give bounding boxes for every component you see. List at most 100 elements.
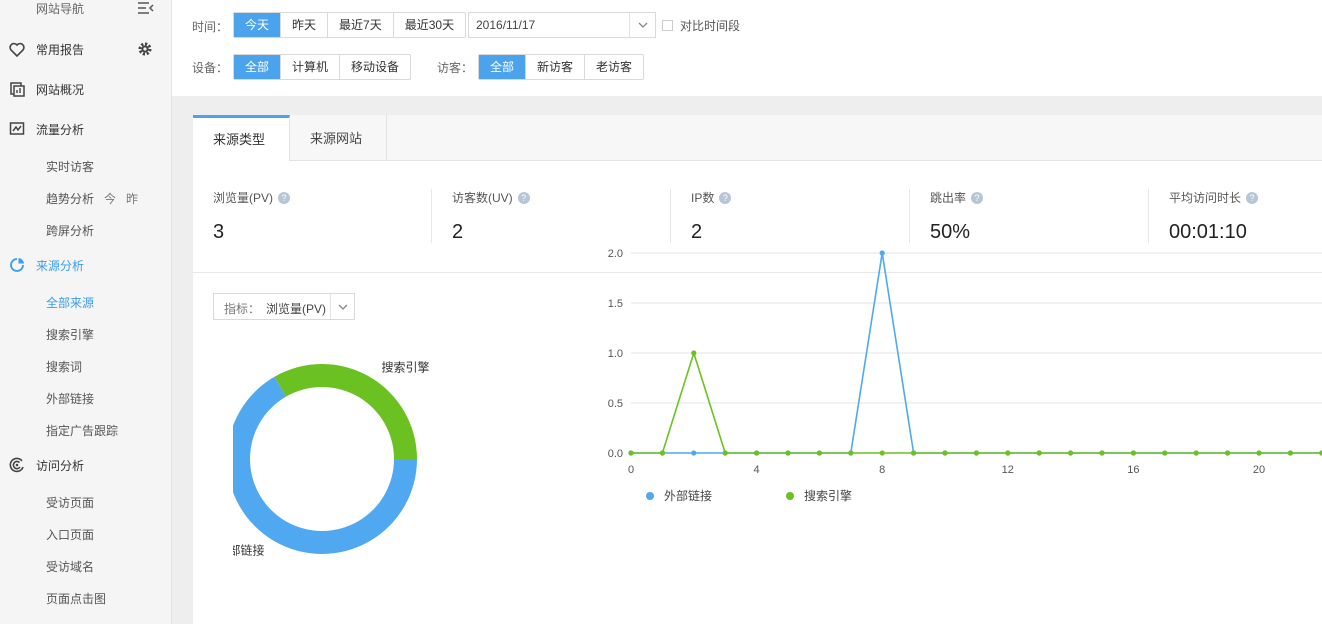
sidebar-item-label: 趋势分析: [46, 192, 95, 206]
sidebar-item-cross-screen[interactable]: 跨屏分析: [46, 222, 94, 239]
chevron-down-icon[interactable]: [629, 13, 655, 37]
visitor-all-button[interactable]: 全部: [479, 55, 526, 79]
metric-value: 2: [452, 221, 464, 243]
device-all-button[interactable]: 全部: [234, 55, 281, 79]
data-point: [942, 450, 948, 456]
legend-label: 搜索引擎: [804, 488, 852, 503]
data-point: [1099, 450, 1105, 456]
sidebar-item-external-links[interactable]: 外部链接: [46, 390, 94, 407]
donut-label: 外部链接: [233, 543, 265, 558]
spiral-icon: [8, 456, 26, 474]
visitor-new-button[interactable]: 新访客: [525, 55, 584, 79]
sidebar-item-label: 网站概况: [36, 82, 85, 97]
sidebar-item-click-map[interactable]: 页面点击图: [46, 590, 106, 607]
time-today-button[interactable]: 今天: [234, 13, 281, 37]
sidebar-item-ad-tracking[interactable]: 指定广告跟踪: [46, 422, 118, 439]
y-tick-label: 0.0: [608, 448, 623, 460]
visitor-group: 全部 新访客 老访客: [478, 54, 645, 80]
metric-label: 浏览量(PV): [213, 191, 274, 205]
help-icon[interactable]: ?: [517, 191, 530, 204]
time-range-group: 今天 昨天 最近7天 最近30天: [233, 12, 467, 38]
data-point: [691, 450, 697, 456]
sidebar-item-domains[interactable]: 受访域名: [46, 558, 94, 575]
data-point: [911, 450, 917, 456]
x-tick-label: 8: [879, 464, 885, 476]
divider: [431, 189, 432, 243]
x-tick-label: 16: [1127, 464, 1139, 476]
time-label: 时间：: [192, 20, 229, 34]
sidebar-item-all-sources[interactable]: 全部来源: [46, 294, 94, 311]
metric-label: 访客数(UV): [452, 191, 513, 205]
gear-icon[interactable]: [137, 41, 153, 57]
indicator-label: 指标：: [224, 302, 261, 316]
trend-today-link[interactable]: 今: [104, 192, 116, 206]
tab-source-type[interactable]: 来源类型: [193, 115, 290, 161]
sidebar-item-search-engine[interactable]: 搜索引擎: [46, 326, 94, 343]
data-point: [1287, 450, 1293, 456]
data-point: [879, 250, 885, 256]
sidebar-item-visits[interactable]: 访问分析: [0, 454, 172, 476]
data-point: [1005, 450, 1011, 456]
data-point: [1225, 450, 1231, 456]
chevron-down-icon[interactable]: [330, 294, 354, 319]
sidebar-item-realtime[interactable]: 实时访客: [46, 158, 94, 175]
visitor-returning-button[interactable]: 老访客: [584, 55, 643, 79]
x-tick-label: 12: [1002, 464, 1014, 476]
y-tick-label: 2.0: [608, 248, 623, 260]
sidebar-item-overview[interactable]: 网站概况: [0, 78, 172, 100]
donut-label: 搜索引擎: [382, 359, 430, 374]
data-point: [722, 450, 728, 456]
y-tick-label: 1.5: [608, 298, 623, 310]
metric-value: 3: [213, 221, 225, 243]
plot-area: 0.0 0.5 1.0 1.5 2.0 0 4 8 12 16 20 外部链接 搜索引擎: [608, 248, 1322, 503]
sidebar-item-entry-pages[interactable]: 入口页面: [46, 526, 94, 543]
tab-source-site[interactable]: 来源网站: [290, 115, 387, 161]
sidebar-item-label: 访问分析: [36, 458, 85, 473]
compare-checkbox[interactable]: [662, 20, 673, 31]
indicator-value: 浏览量(PV): [266, 302, 327, 316]
x-tick-label: 20: [1253, 464, 1265, 476]
x-tick-label: 4: [754, 464, 760, 476]
legend-marker: [646, 492, 654, 500]
trend-yesterday-link[interactable]: 昨: [126, 192, 138, 206]
data-point: [879, 450, 885, 456]
sidebar-item-label: 流量分析: [36, 122, 85, 137]
compare-label: 对比时间段: [680, 19, 741, 33]
device-label: 设备：: [192, 61, 229, 75]
donut-slice: [274, 364, 417, 459]
y-tick-label: 1.0: [608, 348, 623, 360]
data-point: [1036, 450, 1042, 456]
y-tick-label: 0.5: [608, 398, 623, 410]
device-mobile-button[interactable]: 移动设备: [339, 55, 410, 79]
sidebar-item-trend[interactable]: 趋势分析今昨: [46, 190, 138, 207]
device-computer-button[interactable]: 计算机: [280, 55, 339, 79]
data-point: [1256, 450, 1262, 456]
device-group: 全部 计算机 移动设备: [233, 54, 412, 80]
compare-toggle[interactable]: 对比时间段: [662, 17, 740, 34]
time-30days-button[interactable]: 最近30天: [392, 13, 465, 37]
data-point: [1130, 450, 1136, 456]
source-report-card: 来源类型 来源网站 浏览量(PV)? 3 访客数(UV)? 2 IP数? 2 跳…: [193, 115, 1322, 624]
collapse-menu-icon[interactable]: [137, 0, 155, 16]
legend-marker: [786, 492, 794, 500]
data-point: [754, 450, 760, 456]
report-icon: [8, 80, 26, 98]
source-line-chart: 0.0 0.5 1.0 1.5 2.0 0 4 8 12 16 20 外部链接 搜索引擎: [608, 248, 1322, 503]
sidebar-item-search-words[interactable]: 搜索词: [46, 358, 82, 375]
help-icon[interactable]: ?: [278, 191, 291, 204]
data-point: [785, 450, 791, 456]
sidebar-item-traffic[interactable]: 流量分析: [0, 118, 172, 140]
visitor-label: 访客：: [437, 61, 474, 75]
sidebar-item-visited-pages[interactable]: 受访页面: [46, 494, 94, 511]
x-tick-label: 0: [628, 464, 634, 476]
time-yesterday-button[interactable]: 昨天: [280, 13, 327, 37]
data-point: [816, 450, 822, 456]
time-7days-button[interactable]: 最近7天: [327, 13, 393, 37]
date-picker[interactable]: 2016/11/17: [468, 12, 656, 38]
nav-title: 网站导航: [36, 2, 85, 16]
data-point: [659, 450, 665, 456]
sidebar-item-source[interactable]: 来源分析: [0, 254, 172, 276]
heart-icon: [8, 40, 26, 58]
data-point: [848, 450, 854, 456]
indicator-select[interactable]: 指标： 浏览量(PV): [213, 293, 355, 320]
